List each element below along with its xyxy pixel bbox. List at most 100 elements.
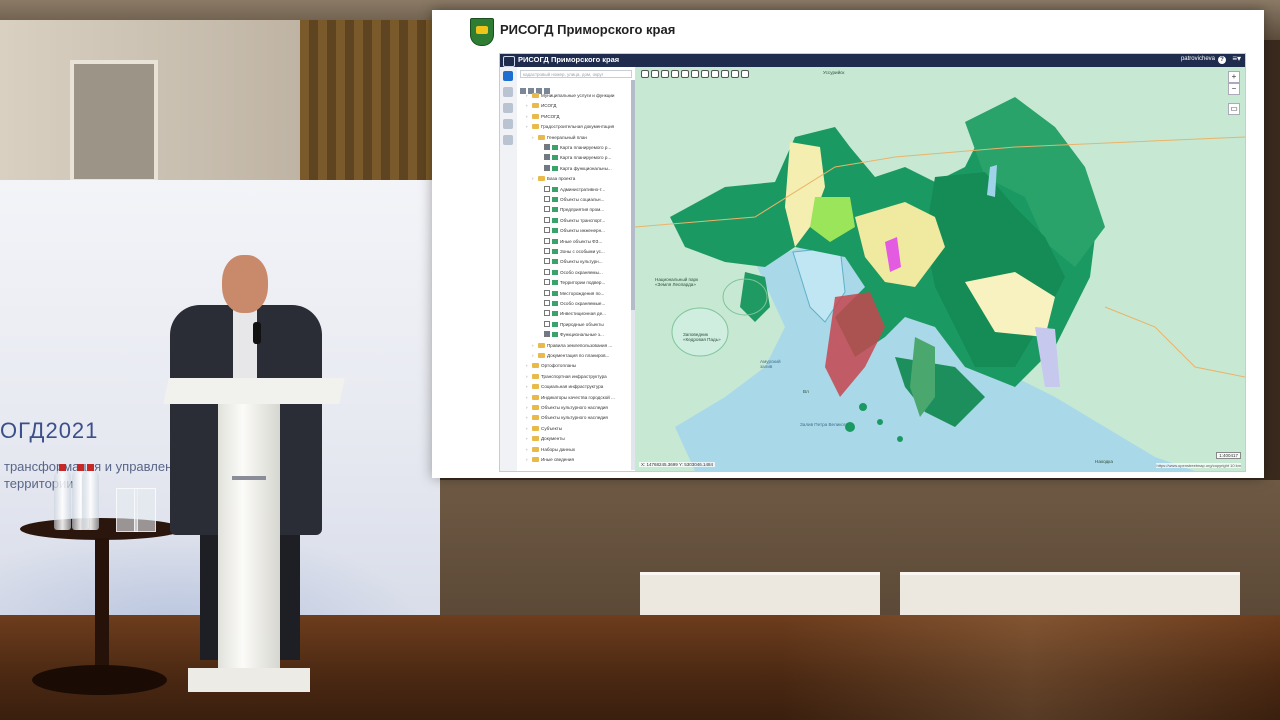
tree-item-label: Предприятия пром... <box>560 207 605 213</box>
tree-item[interactable]: › Объекты культурного наследия <box>526 403 608 412</box>
layer-checkbox[interactable] <box>544 216 550 223</box>
tree-item-label: Транспортная инфраструктура <box>541 373 607 379</box>
scale-bar-label: 10 km <box>1230 463 1241 468</box>
layer-checkbox[interactable] <box>544 300 550 306</box>
app-logo-icon[interactable] <box>503 56 515 67</box>
water-bottle <box>54 464 71 530</box>
layer-checkbox[interactable] <box>544 310 550 317</box>
layer-checkbox[interactable] <box>544 144 550 150</box>
delete-icon[interactable] <box>681 70 689 78</box>
tree-item[interactable]: Территории подвер... <box>538 278 605 287</box>
layer-checkbox[interactable] <box>544 268 550 275</box>
help-icon[interactable]: ? <box>1218 56 1226 64</box>
attribution-link[interactable]: https://www.openstreetmap.org/copyright <box>1156 463 1228 468</box>
tree-item[interactable]: Особо охраняемы... <box>538 268 603 277</box>
tree-item-label: Наборы данных <box>541 446 576 452</box>
tree-item-label: Карта планируемого р... <box>560 155 612 161</box>
layer-checkbox[interactable] <box>544 331 550 338</box>
tree-item[interactable]: › РИСОГД <box>526 112 559 121</box>
layer-checkbox[interactable] <box>544 320 550 327</box>
layer-icon <box>552 280 558 286</box>
list-icon[interactable] <box>503 87 513 97</box>
tree-item[interactable]: Зоны с особыми ус... <box>538 247 605 256</box>
fullscreen-button[interactable]: ▭ <box>1228 103 1240 115</box>
folder-icon <box>532 384 539 390</box>
tree-item[interactable]: › Правила землепользования ... <box>532 341 612 350</box>
layers-icon[interactable] <box>503 71 513 81</box>
globe-icon[interactable] <box>731 70 739 78</box>
tree-item[interactable]: Особо охраняемые... <box>538 299 605 308</box>
tree-item[interactable]: › Индикаторы качества городской ... <box>526 393 615 402</box>
print-icon[interactable] <box>741 70 749 78</box>
podium-logo <box>232 476 266 480</box>
layer-checkbox[interactable] <box>544 258 550 265</box>
tree-item-label: Документация по планиров... <box>547 353 610 358</box>
slide-title: РИСОГД Приморского края <box>500 22 676 37</box>
print-icon[interactable] <box>503 135 513 145</box>
info-icon[interactable] <box>641 70 649 78</box>
tree-item[interactable]: › Ортофотопланы <box>526 361 576 370</box>
search-icon[interactable] <box>503 103 513 113</box>
layer-checkbox[interactable] <box>544 206 550 213</box>
tree-item[interactable]: › Генеральный план <box>532 133 587 142</box>
layer-checkbox[interactable] <box>544 154 550 161</box>
tree-item[interactable]: Иные объекты ФЗ... <box>538 237 602 246</box>
tree-item[interactable]: Объекты инженерн... <box>538 226 605 235</box>
tree-item[interactable]: Объекты культурн... <box>538 257 603 266</box>
tree-item[interactable]: Административно-т... <box>538 185 605 194</box>
tree-item-label: Природные объекты <box>560 321 604 327</box>
measure-icon[interactable] <box>671 70 679 78</box>
tree-item[interactable]: › Субъекты <box>526 424 562 433</box>
map-attribution: https://www.openstreetmap.org/copyright … <box>1156 463 1241 468</box>
select-icon[interactable] <box>691 70 699 78</box>
tree-item-label: Объекты транспорт... <box>560 217 606 223</box>
tree-item[interactable]: › Наборы данных <box>526 445 575 454</box>
tree-item[interactable]: Карта функциональны... <box>538 164 612 173</box>
check-icon[interactable] <box>701 70 709 78</box>
layer-checkbox[interactable] <box>544 185 550 192</box>
layer-checkbox[interactable] <box>544 164 550 171</box>
search-input[interactable]: кадастровый номер, улица, дом, округ <box>520 70 632 78</box>
menu-icon[interactable]: ≡▾ <box>1232 54 1241 63</box>
tree-item[interactable]: Карта планируемого р... <box>538 153 611 162</box>
tree-item[interactable]: Объекты транспорт... <box>538 216 605 225</box>
tree-item[interactable]: › Градостроительная документация <box>526 122 614 131</box>
tree-item[interactable]: › ИСОГД <box>526 101 556 110</box>
grid-icon[interactable] <box>711 70 719 78</box>
tree-item[interactable]: Природные объекты <box>538 320 604 329</box>
tree-item[interactable]: Карта планируемого р... <box>538 143 611 152</box>
tree-item[interactable]: Месторождения по... <box>538 289 604 298</box>
tree-item[interactable]: Предприятия пром... <box>538 205 604 214</box>
tree-item-label: База проекта <box>547 176 576 182</box>
zoom-in-button[interactable]: + <box>1228 71 1240 83</box>
layer-icon <box>552 259 558 265</box>
layer-icon <box>552 301 558 306</box>
layer-checkbox[interactable] <box>544 237 550 244</box>
zoom-out-button[interactable]: − <box>1228 83 1240 95</box>
layer-checkbox[interactable] <box>544 289 550 296</box>
layer-icon <box>552 145 558 150</box>
tree-item[interactable]: Инвестиционная де... <box>538 309 606 318</box>
tree-item[interactable]: › Муниципальные услуги и функции <box>526 91 614 100</box>
link-icon[interactable] <box>503 119 513 129</box>
tree-item-label: Карта функциональны... <box>560 165 612 171</box>
table-icon[interactable] <box>721 70 729 78</box>
tree-item[interactable]: › Документация по планиров... <box>532 351 609 360</box>
layer-checkbox[interactable] <box>544 248 550 254</box>
tree-item[interactable]: › Транспортная инфраструктура <box>526 372 607 381</box>
tree-item[interactable]: › База проекта <box>532 174 575 183</box>
tree-item[interactable]: › Иные сведения <box>526 455 574 464</box>
tree-item[interactable]: › Документы <box>526 434 565 443</box>
layer-checkbox[interactable] <box>544 196 550 202</box>
edit-icon[interactable] <box>651 70 659 78</box>
tree-item-label: Иные сведения <box>541 457 574 462</box>
tree-item[interactable]: › Объекты культурного наследия <box>526 413 608 422</box>
tree-item[interactable]: › Социальная инфраструктура <box>526 382 603 391</box>
tree-item[interactable]: Объекты социальн... <box>538 195 604 204</box>
tree-item[interactable]: Функциональные з... <box>538 330 604 339</box>
layer-checkbox[interactable] <box>544 279 550 286</box>
layer-checkbox[interactable] <box>544 227 550 234</box>
map-view[interactable]: + − ▭ Уссурийск Национальный парк «Земля… <box>635 67 1245 471</box>
draw-icon[interactable] <box>661 70 669 78</box>
user-name[interactable]: patrovicheva <box>1181 56 1215 62</box>
